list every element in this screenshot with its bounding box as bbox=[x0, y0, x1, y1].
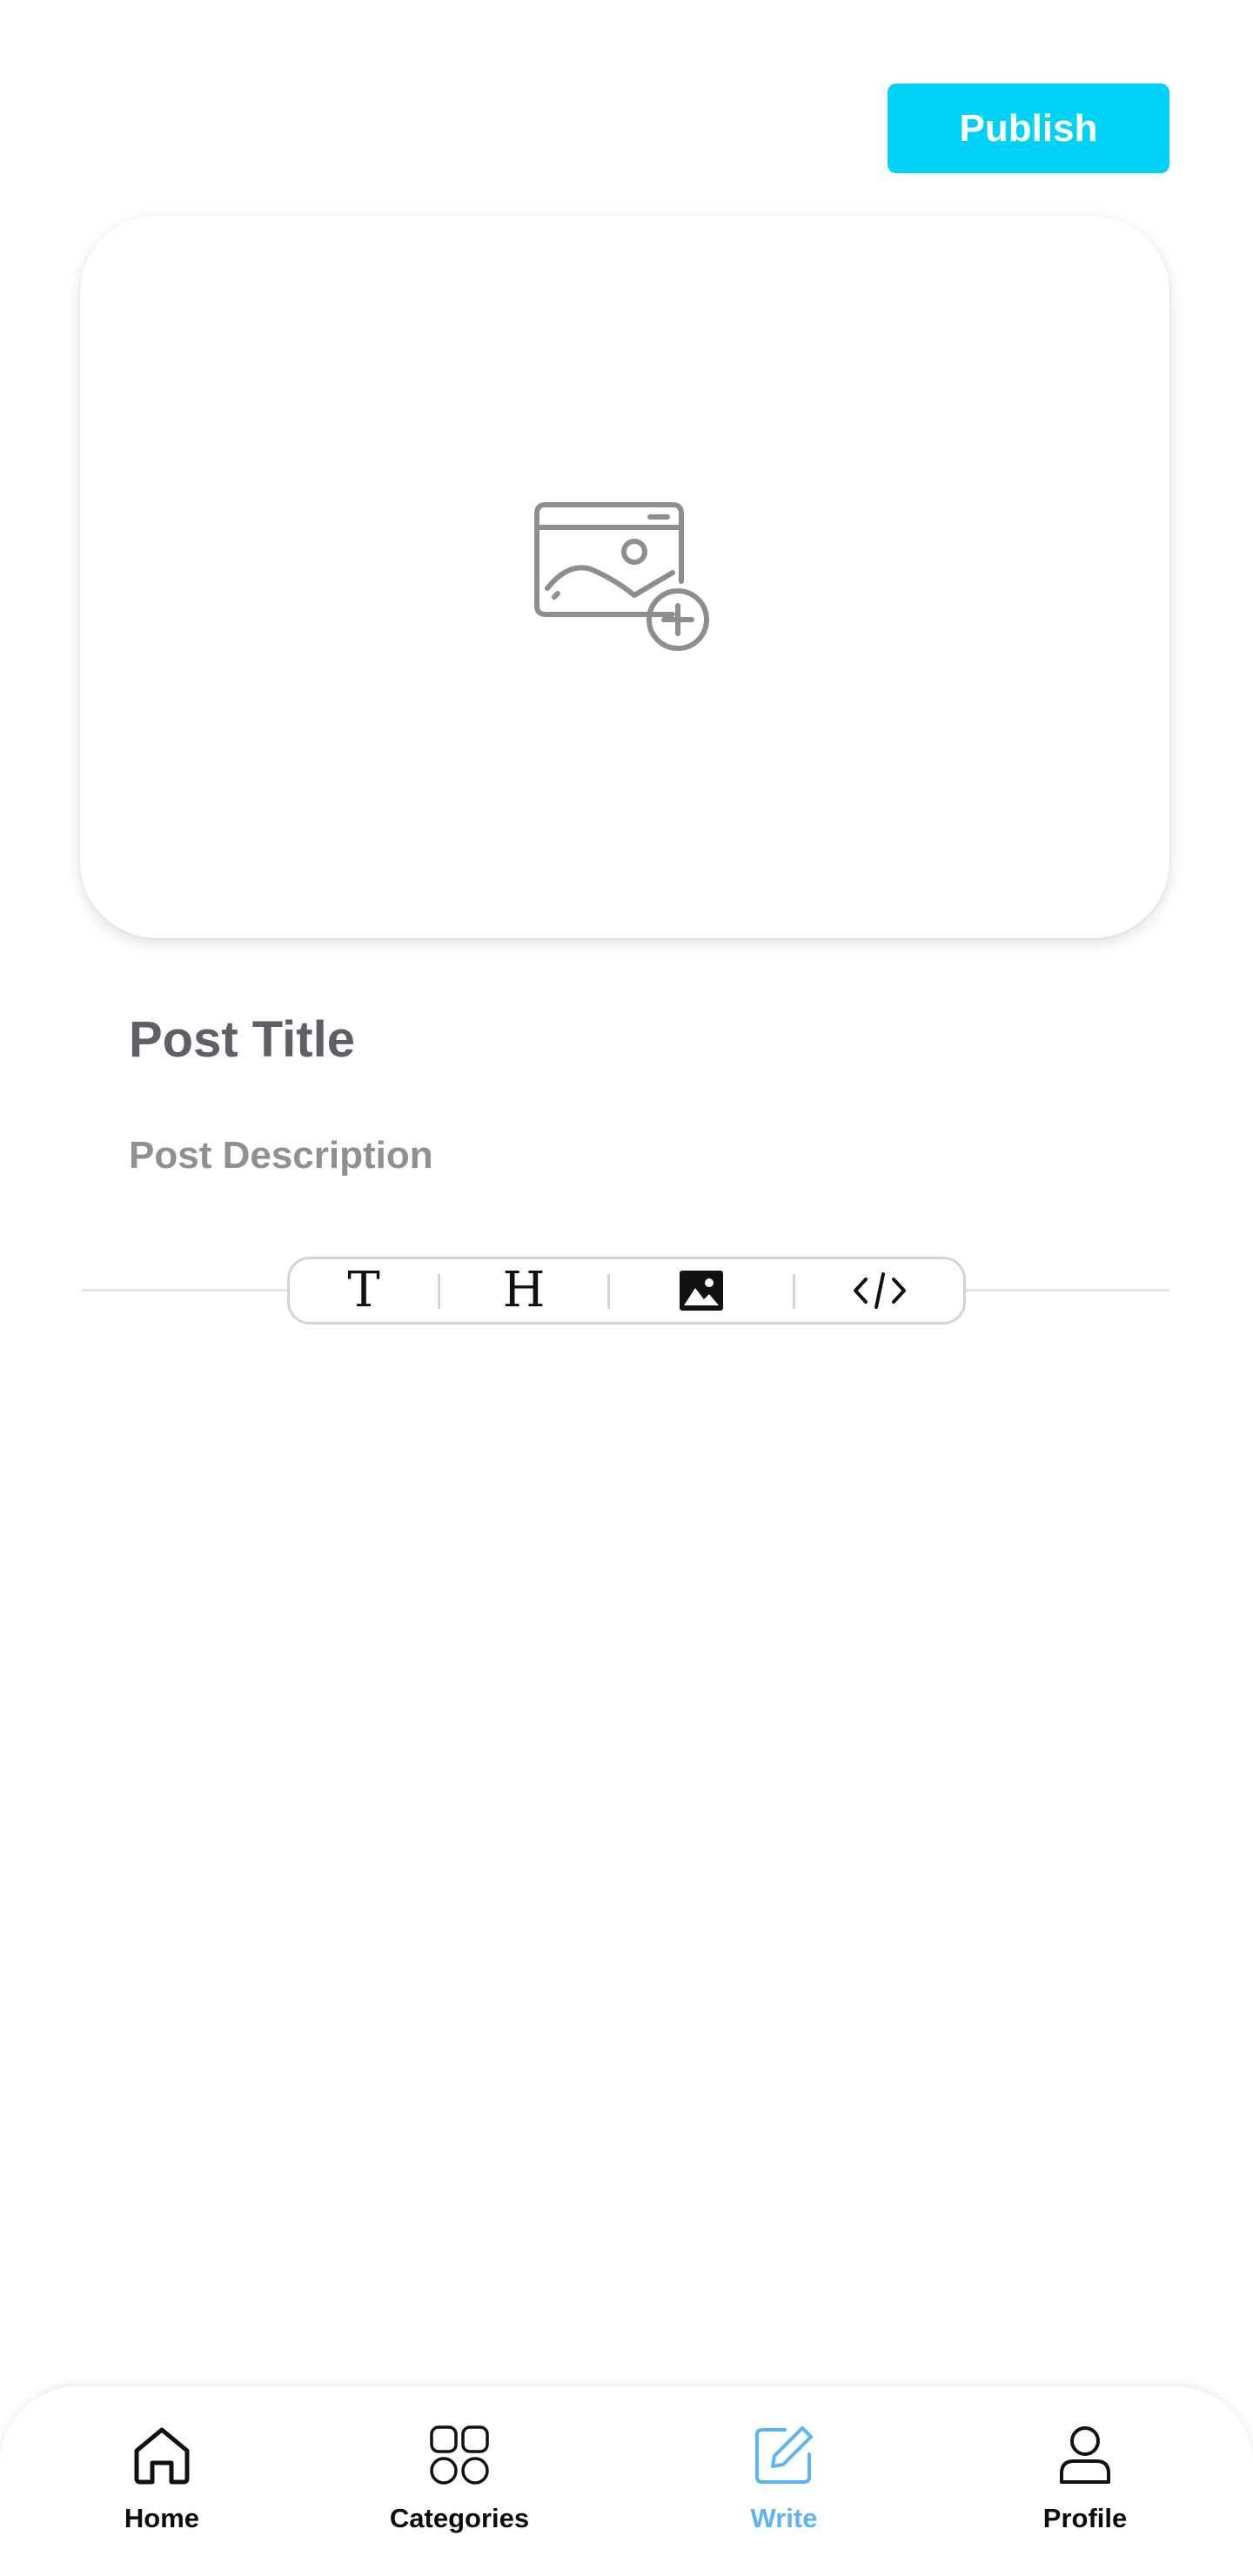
image-tool-button[interactable] bbox=[610, 1259, 793, 1322]
nav-label-home: Home bbox=[124, 2503, 200, 2533]
bottom-navigation: Home Categories Write Profile bbox=[0, 2386, 1253, 2576]
image-icon bbox=[680, 1271, 723, 1311]
edit-icon bbox=[755, 2426, 813, 2484]
editor-toolbar: T H bbox=[287, 1257, 966, 1325]
text-tool-button[interactable]: T bbox=[290, 1259, 438, 1322]
toolbar-divider-left bbox=[82, 1289, 287, 1291]
cover-image-picker[interactable] bbox=[80, 216, 1169, 938]
nav-item-categories[interactable]: Categories bbox=[355, 2423, 564, 2553]
publish-button[interactable]: Publish bbox=[888, 84, 1169, 173]
code-tool-button[interactable] bbox=[795, 1259, 963, 1322]
nav-label-categories: Categories bbox=[389, 2503, 530, 2533]
write-post-screen: Publish Post Title Post Description T H bbox=[0, 0, 1253, 2576]
heading-tool-button[interactable]: H bbox=[440, 1259, 607, 1322]
post-title-input[interactable]: Post Title bbox=[129, 1010, 1129, 1070]
grid-icon bbox=[430, 2425, 489, 2485]
toolbar-divider-right bbox=[966, 1289, 1169, 1291]
heading-icon: H bbox=[502, 1262, 546, 1318]
home-icon bbox=[134, 2427, 190, 2485]
nav-label-write: Write bbox=[750, 2503, 818, 2533]
nav-item-profile[interactable]: Profile bbox=[981, 2423, 1189, 2553]
nav-item-home[interactable]: Home bbox=[57, 2423, 266, 2553]
nav-label-profile: Profile bbox=[1042, 2503, 1128, 2533]
user-icon bbox=[1060, 2426, 1110, 2484]
post-description-input[interactable]: Post Description bbox=[129, 1131, 1129, 1180]
text-icon: T bbox=[347, 1262, 380, 1318]
image-add-icon bbox=[534, 501, 709, 651]
code-icon bbox=[853, 1272, 906, 1309]
nav-item-write[interactable]: Write bbox=[680, 2423, 888, 2553]
